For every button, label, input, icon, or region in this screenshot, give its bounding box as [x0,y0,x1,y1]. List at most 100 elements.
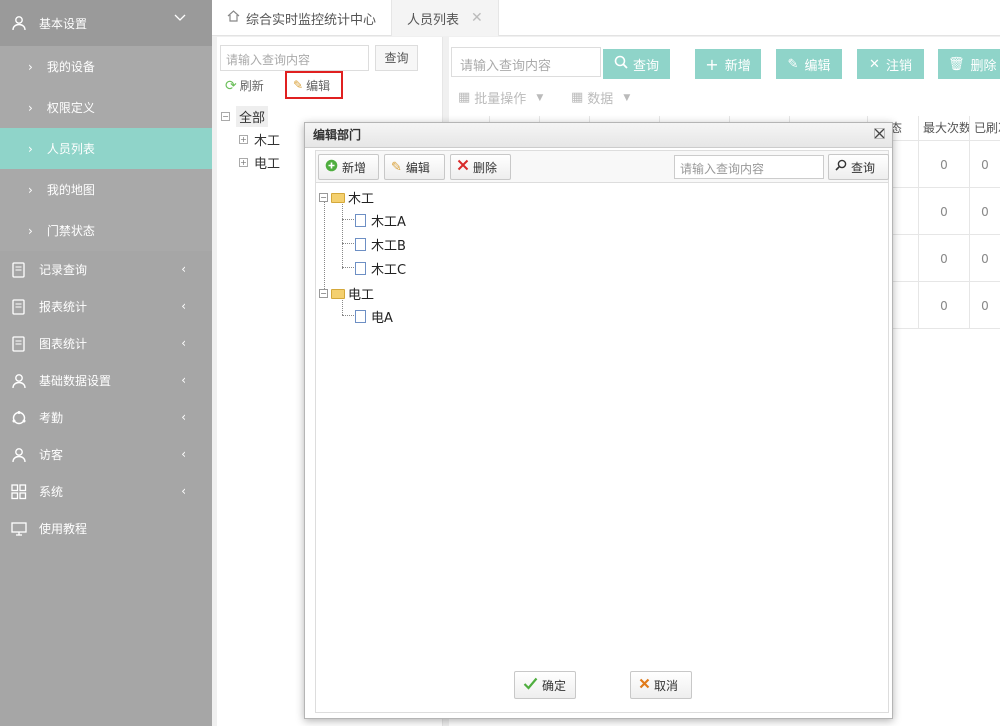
query-label: 查询 [632,58,659,74]
ok-label: 确定 [542,678,567,693]
tab-monitor-center[interactable]: 综合实时监控统计中心 [212,0,393,36]
batch-icon: ▦ [458,90,471,105]
chevron-right-icon: › [28,100,33,115]
sidebar-item-permission[interactable]: › 权限定义 [0,87,212,128]
expand-icon[interactable]: + [239,158,248,167]
checkmark-icon [523,677,538,693]
close-icon[interactable] [873,128,886,141]
search-icon [614,55,628,73]
table-cell: 0 [918,235,969,282]
sidebar-group-system[interactable]: 系统 ‹ [0,473,212,510]
tree-node-carpenter-b[interactable]: 木工B [355,235,406,254]
tree-node-carpenter[interactable]: + 木工 [239,130,280,149]
sidebar-item-label: 我的地图 [46,183,95,197]
dialog-title: 编辑部门 [313,128,362,142]
dialog-search-input[interactable]: 请输入查询内容 [674,155,824,179]
cancel-x-icon [639,678,650,692]
tree-connector [342,243,354,244]
edit-label: 编辑 [804,58,831,74]
sidebar-group-attendance[interactable]: 考勤 ‹ [0,399,212,436]
tree-search-input[interactable]: 请输入查询内容 [220,45,369,71]
sidebar-item-label: 权限定义 [46,101,95,115]
pencil-icon: ✎ [293,78,304,92]
edit-label: 编辑 [405,160,430,175]
sidebar-group-visitors[interactable]: 访客 ‹ [0,436,212,473]
chevron-left-icon: ‹ [181,410,186,424]
main-search-input[interactable]: 请输入查询内容 [451,47,601,77]
tree-query-button[interactable]: 查询 [375,45,418,71]
tab-personnel-list[interactable]: 人员列表 ✕ [392,0,499,36]
logout-label: 注销 [885,58,912,74]
delete-x-icon [457,159,469,175]
tree-node-label: 木工 [348,192,375,207]
data-dropdown[interactable]: ▦ 数据 ▼ [571,88,630,107]
collapse-icon[interactable]: − [319,193,328,202]
tab-label: 人员列表 [407,12,460,28]
dialog-query-button[interactable]: 查询 [828,154,889,180]
add-button[interactable]: + 新增 [695,49,761,79]
dialog-toolbar: 新增 ✎ 编辑 删除 请输入查询内容 查询 [315,150,889,183]
collapse-icon[interactable]: − [221,112,230,121]
tree-node-carpenter[interactable]: − 木工 [319,188,374,207]
sidebar-group-label: 基础数据设置 [39,374,112,388]
refresh-button[interactable]: ⟳ 刷新 [225,77,264,94]
grid-header-max-times[interactable]: 最大次数 [918,116,969,141]
tree-node-label: 木工A [371,215,406,230]
tree-node-all[interactable]: − 全部 [221,106,269,127]
batch-operation-dropdown[interactable]: ▦ 批量操作 ▼ [458,88,543,107]
table-cell: 0 [918,188,969,235]
sidebar-group-base-data[interactable]: 基础数据设置 ‹ [0,362,212,399]
chevron-right-icon: › [28,59,33,74]
chart-icon [10,335,28,353]
sidebar-group-records[interactable]: 记录查询 ‹ [0,251,212,288]
chevron-right-icon: › [28,223,33,238]
add-circle-icon [325,159,338,176]
delete-button[interactable]: 🗑 删除 [938,49,1000,79]
folder-icon [331,288,345,299]
tree-node-electrician[interactable]: − 电工 [319,284,374,303]
tree-node-label: 木工 [254,134,281,149]
sidebar-group-tutorial[interactable]: 使用教程 [0,510,212,547]
tree-connector [324,197,325,293]
sidebar-item-my-map[interactable]: › 我的地图 [0,169,212,210]
dialog-add-button[interactable]: 新增 [318,154,379,180]
table-cell: 0 [918,141,969,188]
dialog-title-bar[interactable]: 编辑部门 [305,123,892,148]
user-icon [10,14,28,32]
sidebar-item-door-status[interactable]: › 门禁状态 [0,210,212,251]
batch-label: 批量操作 [474,92,527,107]
table-cell: 0 [969,235,1000,282]
sidebar-item-personnel-list[interactable]: › 人员列表 [0,128,212,169]
table-cell: 0 [969,141,1000,188]
sidebar-group-reports[interactable]: 报表统计 ‹ [0,288,212,325]
main-query-button[interactable]: 查询 [603,49,670,79]
tree-node-carpenter-a[interactable]: 木工A [355,211,406,230]
close-icon[interactable]: ✕ [471,10,483,26]
sidebar-group-basic-settings[interactable]: 基本设置 [0,0,212,46]
sidebar-group-charts[interactable]: 图表统计 ‹ [0,325,212,362]
tree-connector [342,199,343,269]
collapse-icon[interactable]: − [319,289,328,298]
edit-button[interactable]: ✎ 编辑 [776,49,842,79]
document-icon [355,238,366,251]
sidebar-group-label: 使用教程 [39,522,88,536]
caret-down-icon: ▼ [536,92,544,103]
tree-node-carpenter-c[interactable]: 木工C [355,259,406,278]
edit-department-button[interactable]: ✎ 编辑 [285,71,343,99]
dialog-delete-button[interactable]: 删除 [450,154,511,180]
dialog-edit-button[interactable]: ✎ 编辑 [384,154,445,180]
trash-icon: 🗑 [948,56,965,72]
sidebar-item-label: 我的设备 [46,60,95,74]
chevron-left-icon: ‹ [181,262,186,276]
grid-header-swiped[interactable]: 已刷次 [969,116,1000,141]
tree-node-electrician[interactable]: + 电工 [239,153,280,172]
logout-button[interactable]: ✕ 注销 [857,49,924,79]
expand-icon[interactable]: + [239,135,248,144]
tree-node-electrician-a[interactable]: 电A [355,307,393,326]
sidebar-item-my-devices[interactable]: › 我的设备 [0,46,212,87]
chevron-right-icon: › [28,182,33,197]
edit-label: 编辑 [306,78,331,93]
ok-button[interactable]: 确定 [514,671,576,699]
record-icon [10,261,28,279]
cancel-button[interactable]: 取消 [630,671,692,699]
